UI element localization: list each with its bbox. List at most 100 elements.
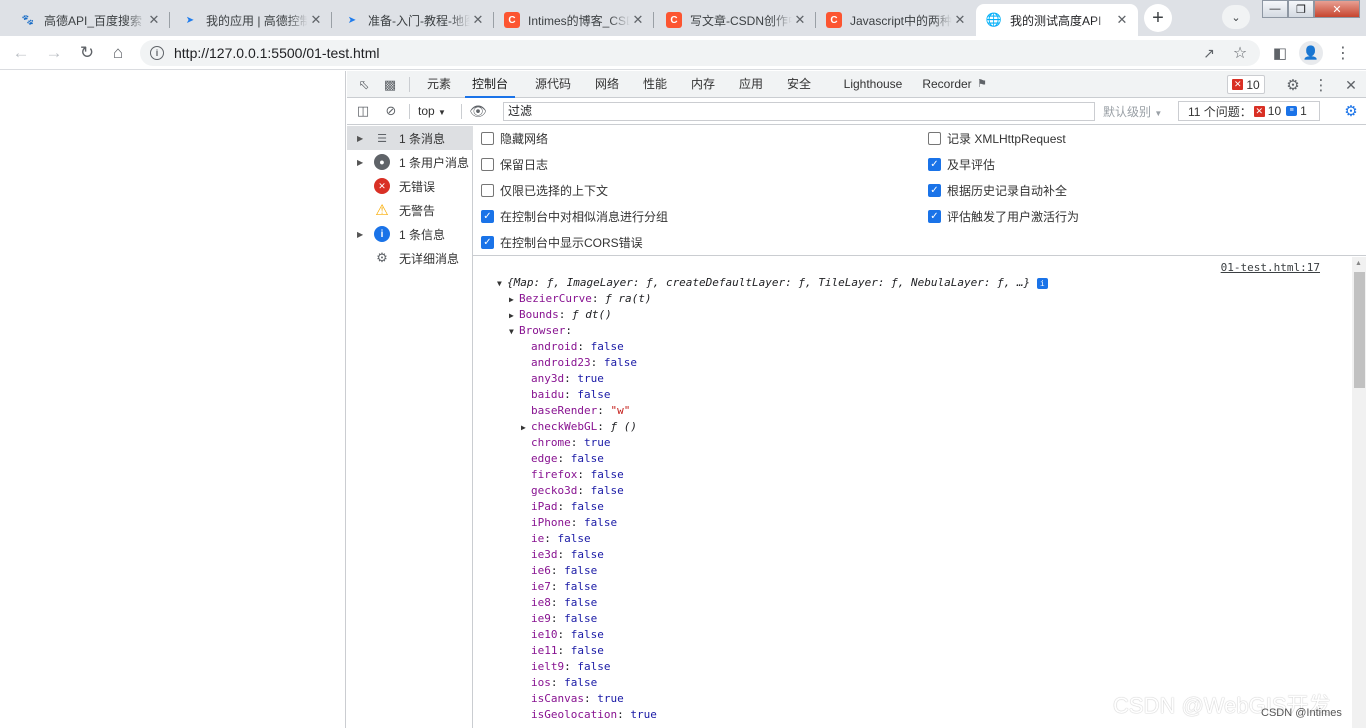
profile-avatar-icon[interactable]: 👤 bbox=[1299, 41, 1323, 65]
setting-log-xhr[interactable]: 记录 XMLHttpRequest bbox=[928, 128, 1066, 148]
reload-icon[interactable]: ↻ bbox=[75, 41, 99, 65]
property-key: iPhone bbox=[531, 516, 571, 529]
checkbox[interactable] bbox=[481, 183, 494, 197]
devtools-tabbar: ⬁ ▩ 元素 控制台 源代码 网络 性能 内存 应用 安全 Lighthouse… bbox=[347, 71, 1366, 98]
close-icon[interactable]: ✕ bbox=[792, 12, 808, 28]
bookmark-star-icon[interactable]: ☆ bbox=[1228, 41, 1252, 65]
tab-network[interactable]: 网络 bbox=[587, 71, 627, 98]
browser-tab[interactable]: 🐾 高德API_百度搜索 ✕ bbox=[10, 4, 170, 36]
sidebar-item-user-messages[interactable]: ▶ ● 1 条用户消息 bbox=[347, 150, 473, 174]
property-row: iPad: false bbox=[531, 500, 604, 513]
checkbox-checked[interactable]: ✓ bbox=[928, 209, 941, 223]
settings-gear-icon[interactable]: ⚙ bbox=[1283, 75, 1303, 95]
csdn-icon: C bbox=[666, 12, 682, 28]
address-url: http://127.0.0.1:5500/01-test.html bbox=[174, 45, 380, 61]
setting-show-cors-errors[interactable]: ✓ 在控制台中显示CORS错误 bbox=[481, 232, 643, 252]
inspect-element-icon[interactable]: ⬁ bbox=[354, 75, 374, 95]
new-tab-button[interactable]: + bbox=[1144, 4, 1172, 32]
browser-tab[interactable]: C Javascript中的两种 ✕ bbox=[816, 4, 976, 36]
sidebar-item-errors[interactable]: ✕ 无错误 bbox=[347, 174, 473, 198]
tab-security[interactable]: 安全 bbox=[779, 71, 819, 98]
setting-autocomplete-history[interactable]: ✓ 根据历史记录自动补全 bbox=[928, 180, 1067, 200]
sidebar-item-info[interactable]: ▶ i 1 条信息 bbox=[347, 222, 473, 246]
tab-lighthouse[interactable]: Lighthouse bbox=[837, 71, 909, 98]
setting-user-activation-eval[interactable]: ✓ 评估触发了用户激活行为 bbox=[928, 206, 1079, 226]
error-count-badge[interactable]: ✕ 10 bbox=[1227, 75, 1265, 94]
share-icon[interactable]: ↗ bbox=[1197, 41, 1221, 65]
scroll-up-arrow-icon[interactable]: ▲ bbox=[1355, 260, 1362, 267]
back-arrow-icon[interactable]: ← bbox=[9, 41, 33, 65]
browser-tab[interactable]: ➤ 准备-入门-教程-地图 ✕ bbox=[334, 4, 494, 36]
close-icon[interactable]: ✕ bbox=[1114, 12, 1130, 28]
checkbox[interactable] bbox=[928, 131, 941, 145]
site-info-icon[interactable]: i bbox=[150, 46, 164, 60]
browser-tab[interactable]: C 写文章-CSDN创作中心 ✕ bbox=[656, 4, 816, 36]
sidebar-item-warnings[interactable]: ⚠ 无警告 bbox=[347, 198, 473, 222]
checkbox-checked[interactable]: ✓ bbox=[928, 157, 941, 171]
context-selector[interactable]: top ▼ bbox=[418, 104, 446, 118]
property-row-browser[interactable]: ▼ Browser: bbox=[509, 323, 572, 340]
browser-tab[interactable]: ➤ 我的应用 | 高德控制台 ✕ bbox=[172, 4, 332, 36]
sidebar-item-messages[interactable]: ▶ ☰ 1 条消息 bbox=[347, 126, 473, 150]
tab-elements[interactable]: 元素 bbox=[419, 71, 459, 98]
menu-dots-icon[interactable]: ⋮ bbox=[1331, 41, 1355, 65]
expand-triangle-icon: ▼ bbox=[509, 327, 514, 336]
property-value: false bbox=[564, 564, 598, 577]
property-row[interactable]: ▶ Bounds: ƒ dt() bbox=[509, 307, 612, 324]
console-toolbar: ◫ ⊘ top ▼ 👁 过滤 默认级别 ▼ 11 个问题： ✕ 10 ≡ 1 ⚙ bbox=[347, 98, 1366, 125]
setting-selected-context-only[interactable]: 仅限已选择的上下文 bbox=[481, 180, 608, 200]
clear-console-icon[interactable]: ⊘ bbox=[381, 101, 401, 121]
property-value: false bbox=[590, 340, 624, 353]
checkbox[interactable] bbox=[481, 131, 494, 145]
close-icon[interactable]: ✕ bbox=[470, 12, 486, 28]
browser-tab[interactable]: C Intimes的博客_CSDN ✕ bbox=[494, 4, 654, 36]
setting-hide-network[interactable]: 隐藏网络 bbox=[481, 128, 548, 148]
close-icon[interactable]: ✕ bbox=[630, 12, 646, 28]
tab-application[interactable]: 应用 bbox=[731, 71, 771, 98]
source-link[interactable]: 01-test.html:17 bbox=[1221, 260, 1320, 276]
tab-console[interactable]: 控制台 bbox=[465, 71, 515, 98]
side-panel-icon[interactable]: ◧ bbox=[1268, 41, 1292, 65]
property-row[interactable]: ▶ BezierCurve: ƒ ra(t) bbox=[509, 291, 651, 308]
checkbox-checked[interactable]: ✓ bbox=[481, 235, 494, 249]
sidebar-toggle-icon[interactable]: ◫ bbox=[353, 101, 373, 121]
console-scrollbar[interactable]: ▲ bbox=[1352, 257, 1366, 728]
live-expression-eye-icon[interactable]: 👁 bbox=[468, 101, 488, 121]
more-options-icon[interactable]: ⋮ bbox=[1311, 75, 1331, 95]
close-window-button[interactable]: ✕ bbox=[1314, 0, 1360, 18]
checkbox-checked[interactable]: ✓ bbox=[928, 183, 941, 197]
log-levels-dropdown[interactable]: 默认级别 ▼ bbox=[1103, 103, 1162, 120]
setting-preserve-log[interactable]: 保留日志 bbox=[481, 154, 548, 174]
tab-search-button[interactable]: ⌄ bbox=[1222, 5, 1250, 29]
forward-arrow-icon[interactable]: → bbox=[42, 41, 66, 65]
close-icon[interactable]: ✕ bbox=[952, 12, 968, 28]
setting-group-similar[interactable]: ✓ 在控制台中对相似消息进行分组 bbox=[481, 206, 668, 226]
tab-performance[interactable]: 性能 bbox=[635, 71, 675, 98]
address-bar[interactable]: i http://127.0.0.1:5500/01-test.html bbox=[140, 40, 1260, 66]
tab-recorder[interactable]: Recorder bbox=[921, 71, 973, 98]
close-icon[interactable]: ✕ bbox=[146, 12, 162, 28]
close-devtools-icon[interactable]: ✕ bbox=[1341, 75, 1361, 95]
close-icon[interactable]: ✕ bbox=[308, 12, 324, 28]
issues-counter[interactable]: 11 个问题： ✕ 10 ≡ 1 bbox=[1178, 101, 1320, 121]
property-row[interactable]: ▶ checkWebGL: ƒ () bbox=[521, 419, 637, 436]
device-toolbar-icon[interactable]: ▩ bbox=[380, 75, 400, 95]
sidebar-item-verbose[interactable]: ⚙ 无详细消息 bbox=[347, 246, 473, 270]
browser-tab-active[interactable]: 🌐 我的测试高度API ✕ bbox=[976, 4, 1138, 36]
checkbox[interactable] bbox=[481, 157, 494, 171]
console-settings-pane: 隐藏网络 保留日志 仅限已选择的上下文 ✓ 在控制台中对相似消息进行分组 ✓ 在控制… bbox=[473, 126, 1366, 256]
minimize-button[interactable]: — bbox=[1262, 0, 1288, 18]
filter-input[interactable]: 过滤 bbox=[503, 102, 1095, 121]
property-value: false bbox=[570, 452, 604, 465]
tab-memory[interactable]: 内存 bbox=[683, 71, 723, 98]
setting-eager-evaluation[interactable]: ✓ 及早评估 bbox=[928, 154, 995, 174]
maximize-button[interactable]: ❐ bbox=[1288, 0, 1314, 18]
console-settings-gear-icon[interactable]: ⚙ bbox=[1341, 101, 1361, 121]
property-value: "w" bbox=[610, 404, 631, 417]
tab-sources[interactable]: 源代码 bbox=[527, 71, 579, 98]
checkbox-checked[interactable]: ✓ bbox=[481, 209, 494, 223]
scrollbar-thumb[interactable] bbox=[1354, 272, 1365, 388]
object-summary-row[interactable]: ▼ {Map: ƒ, ImageLayer: ƒ, createDefaultLa… bbox=[497, 275, 1048, 292]
home-icon[interactable]: ⌂ bbox=[106, 41, 130, 65]
property-value: false bbox=[590, 484, 624, 497]
